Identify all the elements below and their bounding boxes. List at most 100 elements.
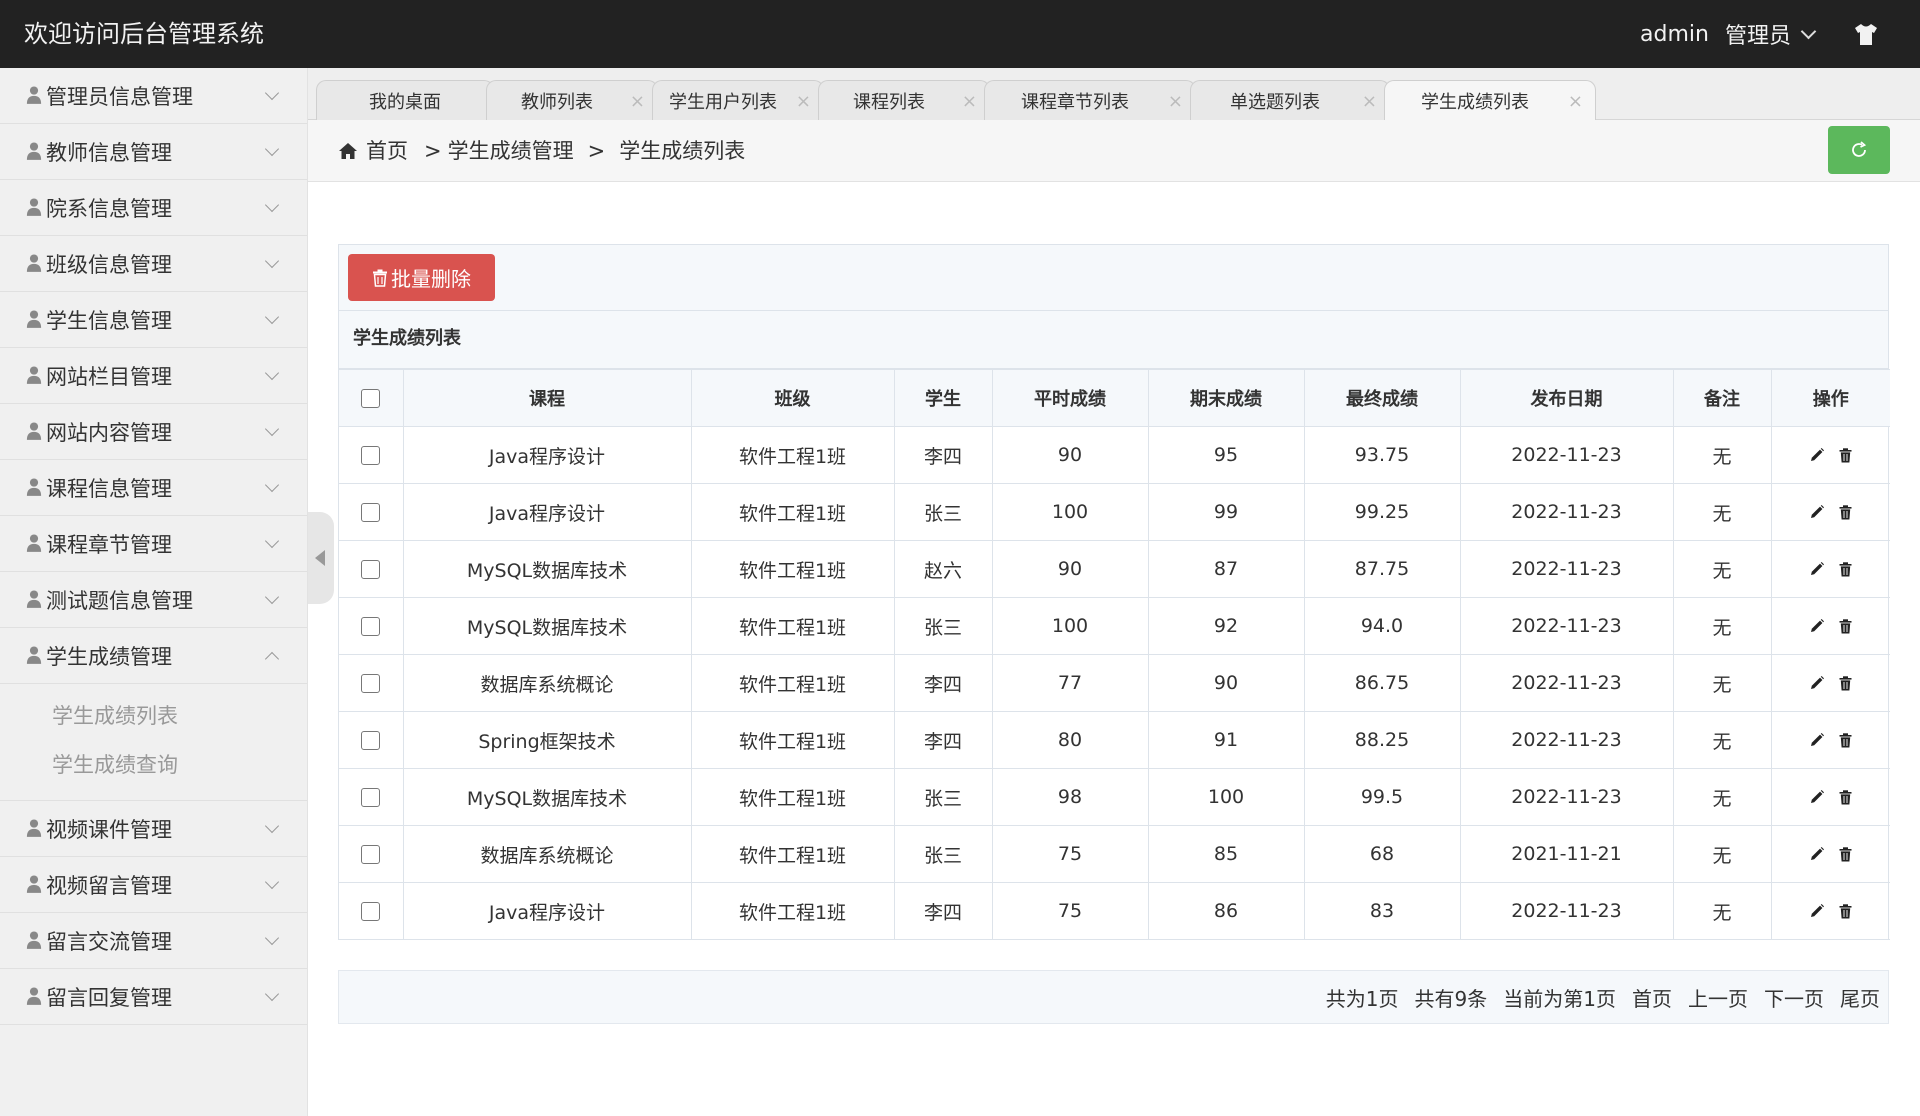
user-icon — [26, 930, 44, 952]
sidebar-item-label: 留言回复管理 — [46, 985, 172, 1010]
chevron-down-icon — [264, 309, 280, 325]
sidebar-item[interactable]: 管理员信息管理 — [0, 68, 307, 124]
username[interactable]: admin — [1640, 22, 1709, 47]
edit-icon[interactable] — [1809, 732, 1825, 748]
refresh-button[interactable] — [1828, 126, 1890, 174]
row-checkbox[interactable] — [361, 503, 381, 522]
tab[interactable]: 单选题列表 × — [1190, 80, 1390, 120]
sidebar-item[interactable]: 视频留言管理 — [0, 857, 307, 913]
sidebar-item[interactable]: 留言交流管理 — [0, 913, 307, 969]
tab[interactable]: 我的桌面 — [316, 80, 494, 120]
row-checkbox[interactable] — [361, 731, 381, 750]
close-icon[interactable]: × — [1568, 91, 1583, 112]
edit-icon[interactable] — [1809, 504, 1825, 520]
row-checkbox[interactable] — [361, 902, 381, 921]
sidebar-subitem[interactable]: 学生成绩查询 — [0, 741, 307, 790]
sidebar-item[interactable]: 测试题信息管理 — [0, 572, 307, 628]
close-icon[interactable]: × — [1362, 91, 1377, 112]
sidebar-item-label: 课程信息管理 — [46, 476, 172, 501]
tab[interactable]: 课程章节列表 × — [984, 80, 1196, 120]
edit-icon[interactable] — [1809, 846, 1825, 862]
row-select-cell — [339, 825, 404, 883]
sidebar-item-label: 留言交流管理 — [46, 929, 172, 954]
pager-total-pages: 共为1页 — [1325, 986, 1399, 1011]
sidebar-item[interactable]: 留言回复管理 — [0, 969, 307, 1025]
sidebar-item[interactable]: 网站栏目管理 — [0, 348, 307, 404]
row-select-cell — [339, 711, 404, 769]
close-icon[interactable]: × — [630, 91, 645, 112]
trash-icon[interactable] — [1839, 846, 1852, 862]
table-cell: 张三 — [893, 768, 993, 826]
column-header: 操作 — [1770, 369, 1890, 427]
pager-prev[interactable]: 上一页 — [1688, 983, 1748, 1012]
sidebar-item[interactable]: 学生成绩管理 — [0, 628, 307, 684]
user-icon — [26, 141, 44, 163]
row-checkbox[interactable] — [361, 446, 381, 465]
tab[interactable]: 学生成绩列表 × — [1384, 80, 1596, 121]
table-cell: 张三 — [893, 483, 993, 541]
close-icon[interactable]: × — [962, 91, 977, 112]
table-cell: 无 — [1672, 711, 1772, 769]
table-cell: 85 — [1147, 825, 1305, 883]
trash-icon[interactable] — [1839, 675, 1852, 691]
row-checkbox[interactable] — [361, 617, 381, 636]
close-icon[interactable]: × — [1168, 91, 1183, 112]
user-icon — [26, 309, 44, 331]
breadcrumb-level1: 学生成绩管理 — [447, 139, 574, 163]
tab-label: 单选题列表 — [1230, 91, 1320, 113]
sidebar-item[interactable]: 视频课件管理 — [0, 801, 307, 857]
table-cell: 2021-11-21 — [1459, 825, 1674, 883]
sidebar-item[interactable]: 学生信息管理 — [0, 292, 307, 348]
edit-icon[interactable] — [1809, 903, 1825, 919]
user-menu[interactable]: admin 管理员 — [1640, 0, 1817, 68]
sidebar-collapse-handle[interactable] — [308, 512, 334, 604]
action-buttons — [1772, 903, 1891, 919]
tab[interactable]: 课程列表 × — [818, 80, 990, 120]
shirt-icon[interactable] — [1852, 20, 1880, 48]
sidebar-item[interactable]: 教师信息管理 — [0, 124, 307, 180]
edit-icon[interactable] — [1809, 789, 1825, 805]
trash-icon[interactable] — [1839, 789, 1852, 805]
sidebar-item[interactable]: 班级信息管理 — [0, 236, 307, 292]
pager-first[interactable]: 首页 — [1632, 983, 1672, 1012]
table-row: MySQL数据库技术 软件工程1班 赵六 90 87 87.75 2022-11-23 无 — [339, 540, 1890, 598]
trash-icon[interactable] — [1839, 618, 1852, 634]
edit-icon[interactable] — [1809, 675, 1825, 691]
trash-icon[interactable] — [1839, 447, 1852, 463]
table-cell: 赵六 — [893, 540, 993, 598]
row-actions — [1770, 483, 1890, 541]
trash-icon[interactable] — [1839, 504, 1852, 520]
breadcrumb-home[interactable]: 首页 — [366, 120, 408, 182]
trash-icon[interactable] — [1839, 903, 1852, 919]
row-checkbox[interactable] — [361, 674, 381, 693]
sidebar-subitem[interactable]: 学生成绩列表 — [0, 692, 307, 741]
select-all-checkbox[interactable] — [361, 389, 381, 408]
pager-last[interactable]: 尾页 — [1840, 983, 1880, 1012]
pager-next[interactable]: 下一页 — [1764, 983, 1824, 1012]
edit-icon[interactable] — [1809, 447, 1825, 463]
row-select-cell — [339, 597, 404, 655]
sidebar-item[interactable]: 院系信息管理 — [0, 180, 307, 236]
sidebar-item[interactable]: 课程信息管理 — [0, 460, 307, 516]
row-checkbox[interactable] — [361, 845, 381, 864]
role-dropdown[interactable]: 管理员 — [1725, 18, 1817, 50]
chevron-up-icon — [264, 651, 280, 667]
sidebar-item-label: 学生成绩管理 — [46, 644, 172, 669]
chevron-down-icon — [264, 818, 280, 834]
sidebar-item[interactable]: 网站内容管理 — [0, 404, 307, 460]
scores-table: 课程 班级 学生 平时成绩 期末成绩 最终成绩 发布日期 备注 操作 Java程序设计 软件工程1… — [339, 369, 1890, 940]
table-row: MySQL数据库技术 软件工程1班 张三 100 92 94.0 2022-11-23 无 — [339, 597, 1890, 655]
sidebar-item[interactable]: 课程章节管理 — [0, 516, 307, 572]
table-cell: 99 — [1147, 483, 1305, 541]
edit-icon[interactable] — [1809, 618, 1825, 634]
column-header: 发布日期 — [1459, 369, 1674, 427]
row-checkbox[interactable] — [361, 560, 381, 579]
bulk-delete-button[interactable]: 批量删除 — [348, 254, 495, 301]
row-checkbox[interactable] — [361, 788, 381, 807]
edit-icon[interactable] — [1809, 561, 1825, 577]
close-icon[interactable]: × — [796, 91, 811, 112]
trash-icon[interactable] — [1839, 561, 1852, 577]
tab[interactable]: 学生用户列表 × — [652, 80, 824, 120]
trash-icon[interactable] — [1839, 732, 1852, 748]
tab[interactable]: 教师列表 × — [486, 80, 658, 120]
